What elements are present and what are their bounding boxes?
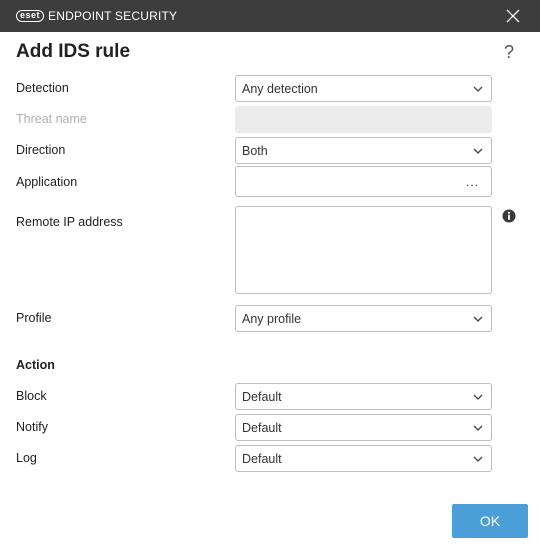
notify-label: Notify xyxy=(16,420,48,434)
block-select[interactable]: Default xyxy=(235,383,492,410)
chevron-down-icon xyxy=(473,425,483,431)
profile-select[interactable]: Any profile xyxy=(235,305,492,332)
title-bar: eset ENDPOINT SECURITY xyxy=(0,0,540,32)
chevron-down-icon xyxy=(473,456,483,462)
remote-ip-textarea[interactable] xyxy=(235,206,492,294)
detection-select[interactable]: Any detection xyxy=(235,75,492,102)
chevron-down-icon xyxy=(473,148,483,154)
application-label: Application xyxy=(16,175,78,189)
log-select[interactable]: Default xyxy=(235,445,492,472)
profile-label: Profile xyxy=(16,311,52,325)
remote-ip-label: Remote IP address xyxy=(16,215,123,229)
dialog-title: Add IDS rule xyxy=(16,41,131,62)
direction-label: Direction xyxy=(16,143,66,157)
block-value: Default xyxy=(242,390,282,404)
detection-label: Detection xyxy=(16,81,69,95)
browse-button[interactable]: ... xyxy=(466,175,479,189)
notify-select[interactable]: Default xyxy=(235,414,492,441)
brand-badge: eset xyxy=(16,10,45,22)
app-logo: eset ENDPOINT SECURITY xyxy=(16,10,177,22)
threat-name-label: Threat name xyxy=(16,112,87,126)
close-icon xyxy=(506,9,520,23)
direction-value: Both xyxy=(242,144,268,158)
close-button[interactable] xyxy=(506,9,520,23)
chevron-down-icon xyxy=(473,316,483,322)
profile-value: Any profile xyxy=(242,312,302,326)
action-heading: Action xyxy=(16,358,55,372)
log-label: Log xyxy=(16,451,37,465)
direction-select[interactable]: Both xyxy=(235,137,492,164)
chevron-down-icon xyxy=(473,394,483,400)
detection-value: Any detection xyxy=(242,82,318,96)
help-icon[interactable]: ? xyxy=(504,42,518,62)
block-label: Block xyxy=(16,389,47,403)
info-icon[interactable] xyxy=(502,209,516,223)
log-value: Default xyxy=(242,452,282,466)
chevron-down-icon xyxy=(473,86,483,92)
threat-name-input xyxy=(235,106,492,133)
notify-value: Default xyxy=(242,421,282,435)
application-input[interactable]: ... xyxy=(235,166,492,197)
ok-button[interactable]: OK xyxy=(452,504,528,538)
brand-name: ENDPOINT SECURITY xyxy=(48,9,178,23)
